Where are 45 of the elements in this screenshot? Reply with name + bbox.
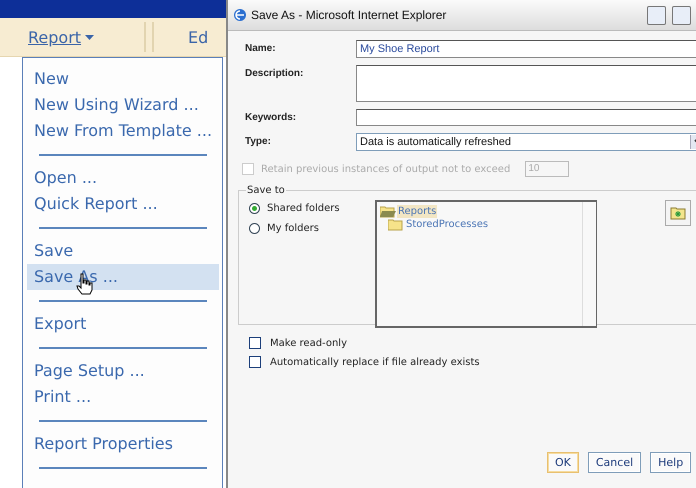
keywords-input-field[interactable] bbox=[356, 109, 696, 126]
checkbox[interactable] bbox=[249, 337, 261, 349]
field-label: Type: bbox=[245, 135, 272, 147]
menu-item[interactable]: Save bbox=[27, 238, 219, 264]
folder-tree-item[interactable]: StoredProcesses bbox=[405, 218, 490, 231]
field-label: Name: bbox=[245, 42, 277, 54]
group-label: Save to bbox=[246, 185, 286, 196]
new-folder-button[interactable] bbox=[665, 200, 691, 226]
dialog-button[interactable]: Cancel bbox=[588, 452, 642, 473]
menu-item[interactable]: New From Template ... bbox=[27, 118, 219, 144]
menu-item[interactable]: New Using Wizard ... bbox=[27, 92, 219, 118]
radio-option[interactable]: Shared folders bbox=[249, 203, 375, 214]
caret-icon bbox=[85, 34, 94, 40]
name-input-field[interactable]: My Shoe Report bbox=[356, 40, 696, 58]
window-title: Save As - Microsoft Internet Explorer bbox=[251, 8, 448, 22]
radio-button[interactable] bbox=[249, 223, 260, 234]
menu-item[interactable]: Export bbox=[27, 311, 219, 337]
menu-item[interactable]: Quick Report ... bbox=[27, 191, 219, 217]
checkbox-label: Automatically replace if file already exists bbox=[270, 356, 480, 368]
menu-bar-item[interactable]: Report bbox=[28, 28, 94, 46]
type-dropdown[interactable]: Data is automatically refreshed bbox=[356, 133, 696, 151]
browser-icon bbox=[233, 8, 247, 22]
radio-button[interactable] bbox=[249, 203, 260, 214]
minimize-button[interactable] bbox=[647, 6, 666, 24]
checkbox[interactable] bbox=[249, 356, 261, 368]
checkbox-label: Retain previous instances of output not to exceed bbox=[261, 164, 510, 174]
dialog-button[interactable]: OK bbox=[547, 452, 579, 473]
radio-label: My folders bbox=[267, 223, 319, 234]
menu-item[interactable]: Page Setup ... bbox=[27, 358, 219, 384]
field-label: Description: bbox=[245, 67, 304, 79]
folder-tree-item[interactable]: Reports bbox=[397, 205, 438, 218]
field-label: Keywords: bbox=[245, 111, 298, 123]
menu-item[interactable]: New bbox=[27, 66, 219, 92]
toolbar-grip bbox=[144, 22, 154, 52]
description-input-field[interactable] bbox=[356, 65, 696, 102]
menu-bar-item[interactable]: Ed bbox=[188, 28, 208, 46]
maximize-button[interactable] bbox=[672, 6, 691, 24]
radio-label: Shared folders bbox=[267, 203, 340, 214]
folder-star-icon bbox=[670, 206, 686, 220]
menu-item[interactable]: Print ... bbox=[27, 384, 219, 410]
checkbox-label: Make read-only bbox=[270, 338, 347, 348]
menu-item[interactable]: Open ... bbox=[27, 165, 219, 191]
radio-option[interactable]: My folders bbox=[249, 223, 375, 234]
dialog-button[interactable]: Help bbox=[650, 452, 692, 473]
menu-item[interactable]: Report Properties bbox=[27, 431, 219, 457]
